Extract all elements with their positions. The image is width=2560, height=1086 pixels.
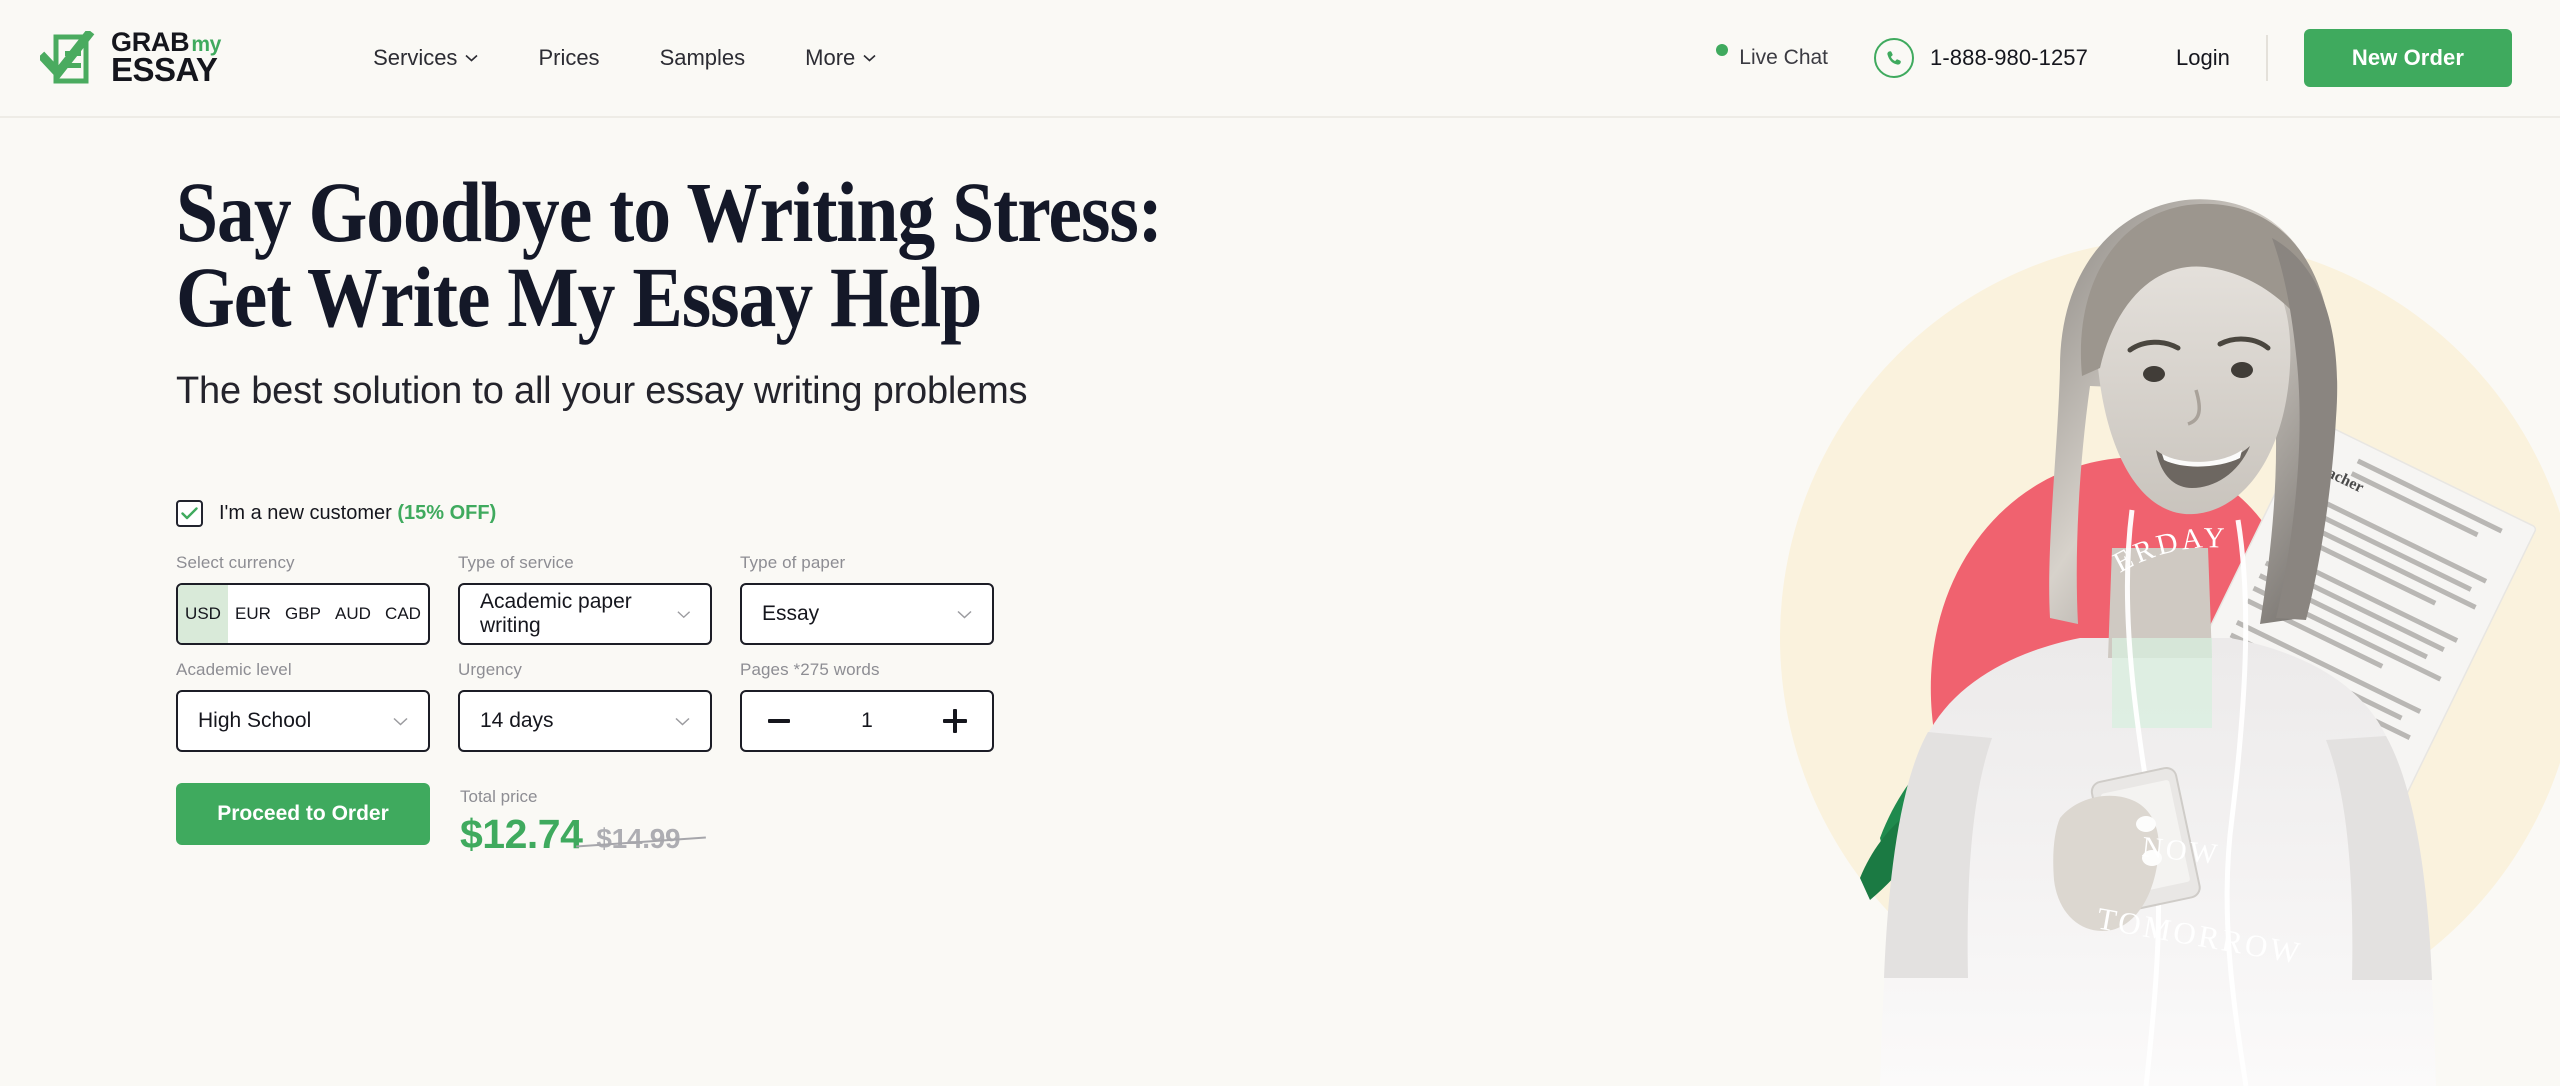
- header-actions: Live Chat 1-888-980-1257 Login New Order: [1716, 29, 2512, 87]
- chevron-down-icon: [675, 717, 690, 726]
- phone-icon: [1874, 38, 1915, 78]
- total-price-label: Total price: [460, 787, 538, 807]
- service-select[interactable]: Academic paper writing: [458, 583, 712, 646]
- nav-label: More: [805, 45, 856, 70]
- original-price-wrap: $14.99: [576, 823, 707, 855]
- calculator-row-1: Select currency USD EUR GBP AUD CAD Type…: [176, 553, 1700, 646]
- currency-field: Select currency USD EUR GBP AUD CAD: [176, 553, 430, 646]
- pages-decrement-button[interactable]: [764, 706, 794, 736]
- academic-level-select[interactable]: High School: [176, 690, 430, 753]
- nav-item-prices[interactable]: Prices: [508, 45, 629, 71]
- chevron-down-icon: [957, 610, 972, 619]
- chevron-down-icon: [465, 54, 478, 62]
- hero-collage-art: Teacher ERDAY NOW TOMORROW: [1780, 199, 2560, 1086]
- new-customer-checkbox[interactable]: [176, 500, 203, 528]
- check-icon: [181, 507, 198, 520]
- currency-option-eur[interactable]: EUR: [228, 585, 278, 643]
- logo[interactable]: GRAB my ESSAY: [40, 29, 221, 89]
- pages-increment-button[interactable]: [940, 706, 970, 736]
- calculator-footer: Proceed to Order Total price $12.74 $14.…: [176, 783, 1700, 858]
- service-label: Type of service: [458, 553, 574, 573]
- pages-stepper[interactable]: 1: [740, 690, 994, 753]
- pages-label: Pages *275 words: [740, 660, 880, 680]
- paper-type-select[interactable]: Essay: [740, 583, 994, 646]
- phone-number: 1-888-980-1257: [1930, 45, 2088, 70]
- urgency-select[interactable]: 14 days: [458, 690, 712, 753]
- order-calculator: Select currency USD EUR GBP AUD CAD Type…: [176, 553, 1700, 858]
- document-check-icon: [40, 30, 95, 83]
- new-customer-text: I'm a new customer: [219, 502, 392, 525]
- live-chat-label: Live Chat: [1739, 46, 1829, 69]
- currency-option-usd[interactable]: USD: [178, 585, 228, 644]
- nav-label: Services: [373, 45, 458, 70]
- minus-icon: [768, 719, 790, 724]
- urgency-field: Urgency 14 days: [458, 660, 712, 753]
- currency-label: Select currency: [176, 553, 295, 573]
- nav-item-more[interactable]: More: [775, 45, 906, 71]
- academic-level-value: High School: [198, 709, 312, 733]
- header-divider: [2265, 35, 2268, 81]
- login-link[interactable]: Login: [2176, 45, 2230, 71]
- service-field: Type of service Academic paper writing: [458, 553, 712, 646]
- nav-label: Samples: [659, 45, 746, 70]
- new-order-button[interactable]: New Order: [2303, 29, 2512, 87]
- urgency-value: 14 days: [480, 709, 554, 733]
- academic-level-field: Academic level High School: [176, 660, 430, 753]
- live-chat-link[interactable]: Live Chat: [1716, 44, 1828, 72]
- plus-icon: [943, 709, 967, 734]
- calculator-row-2: Academic level High School Urgency 14 da…: [176, 660, 1700, 753]
- currency-option-cad[interactable]: CAD: [378, 585, 428, 643]
- current-price: $12.74: [460, 811, 583, 858]
- paper-type-field: Type of paper Essay: [740, 553, 994, 646]
- service-value: Academic paper writing: [480, 590, 632, 638]
- paper-type-label: Type of paper: [740, 553, 846, 573]
- site-header: GRAB my ESSAY Services Prices Samples Mor…: [0, 0, 2560, 118]
- pages-field: Pages *275 words 1: [740, 660, 994, 753]
- currency-selector[interactable]: USD EUR GBP AUD CAD: [176, 583, 430, 646]
- chevron-down-icon: [393, 717, 408, 726]
- hero-illustration: Teacher ERDAY NOW TOMORROW: [1760, 118, 2560, 1086]
- currency-option-gbp[interactable]: GBP: [278, 585, 328, 643]
- new-customer-label: I'm a new customer (15% OFF): [219, 502, 496, 525]
- proceed-to-order-button[interactable]: Proceed to Order: [176, 783, 430, 846]
- page-title: Say Goodbye to Writing Stress: Get Write…: [176, 169, 1517, 346]
- hero-content: Say Goodbye to Writing Stress: Get Write…: [0, 118, 1700, 858]
- phone-link[interactable]: 1-888-980-1257: [1874, 38, 2088, 78]
- online-status-dot: [1716, 44, 1729, 56]
- discount-badge: (15% OFF): [397, 502, 497, 525]
- nav-label: Prices: [538, 45, 600, 70]
- paper-type-value: Essay: [762, 602, 820, 626]
- page-root: GRAB my ESSAY Services Prices Samples Mor…: [0, 0, 2560, 1086]
- new-customer-checkbox-row[interactable]: I'm a new customer (15% OFF): [176, 500, 1700, 528]
- headline-line-1: Say Goodbye to Writing Stress:: [176, 164, 1163, 260]
- nav-item-samples[interactable]: Samples: [630, 45, 776, 71]
- total-price-block: Total price $12.74 $14.99: [460, 783, 707, 858]
- chevron-down-icon: [676, 611, 690, 618]
- hero-section: Teacher ERDAY NOW TOMORROW Say Goodbye t…: [0, 118, 2560, 1086]
- headline-line-2: Get Write My Essay Help: [176, 249, 982, 346]
- pages-value: 1: [861, 709, 873, 733]
- page-subtitle: The best solution to all your essay writ…: [176, 370, 1028, 413]
- price-values: $12.74 $14.99: [460, 811, 707, 858]
- currency-option-aud[interactable]: AUD: [328, 585, 378, 643]
- main-nav: Services Prices Samples More: [343, 45, 906, 71]
- logo-essay: ESSAY: [111, 51, 218, 89]
- logo-wordmark: GRAB my ESSAY: [111, 29, 221, 89]
- urgency-label: Urgency: [458, 660, 523, 680]
- chevron-down-icon: [863, 54, 876, 62]
- nav-item-services[interactable]: Services: [343, 45, 508, 71]
- academic-level-label: Academic level: [176, 660, 292, 680]
